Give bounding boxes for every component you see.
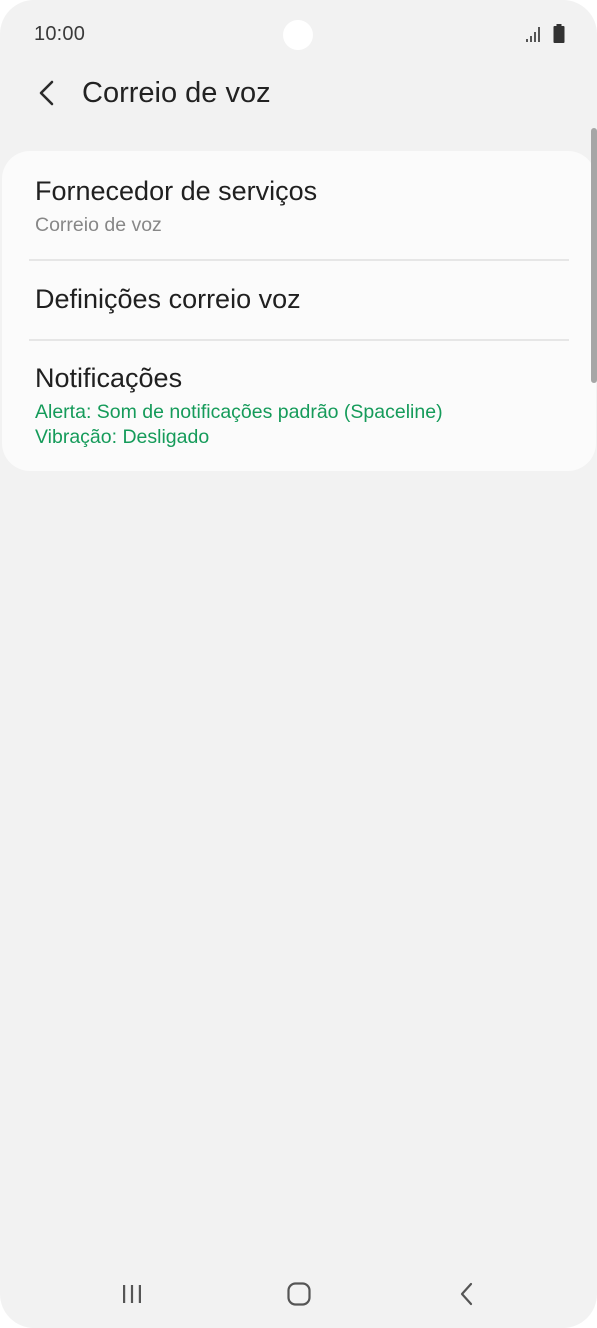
recent-apps-icon — [123, 1285, 141, 1303]
app-header: Correio de voz — [0, 70, 597, 120]
camera-cutout — [283, 20, 313, 50]
status-time: 10:00 — [34, 23, 86, 45]
back-nav-button[interactable] — [447, 1276, 487, 1312]
page-title: Correio de voz — [82, 77, 271, 109]
scrollbar[interactable] — [591, 128, 597, 383]
settings-card: Fornecedor de serviços Correio de voz De… — [2, 151, 596, 471]
status-bar: 10:00 — [0, 0, 597, 70]
phone-screen: 10:00 Correio de voz Fornecedor de servi… — [0, 0, 597, 1328]
item-subtitle: Correio de voz — [35, 214, 162, 236]
back-button[interactable] — [30, 76, 64, 110]
home-button[interactable] — [279, 1276, 319, 1312]
chevron-left-icon — [39, 80, 54, 106]
recent-apps-button[interactable] — [112, 1276, 152, 1312]
item-title: Notificações — [35, 363, 183, 393]
item-subtitle-vibration: Vibração: Desligado — [35, 426, 210, 448]
voicemail-settings-item[interactable]: Definições correio voz — [2, 261, 596, 339]
service-provider-item[interactable]: Fornecedor de serviços Correio de voz — [2, 151, 596, 259]
item-title: Definições correio voz — [35, 284, 301, 314]
item-title: Fornecedor de serviços — [35, 176, 318, 206]
item-subtitle-alert: Alerta: Som de notificações padrão (Spac… — [35, 401, 443, 423]
home-icon — [287, 1282, 311, 1306]
battery-icon — [553, 24, 565, 43]
back-icon — [460, 1282, 473, 1306]
signal-icon — [526, 27, 540, 42]
notifications-item[interactable]: Notificações Alerta: Som de notificações… — [2, 341, 596, 471]
navigation-bar — [0, 1262, 597, 1328]
